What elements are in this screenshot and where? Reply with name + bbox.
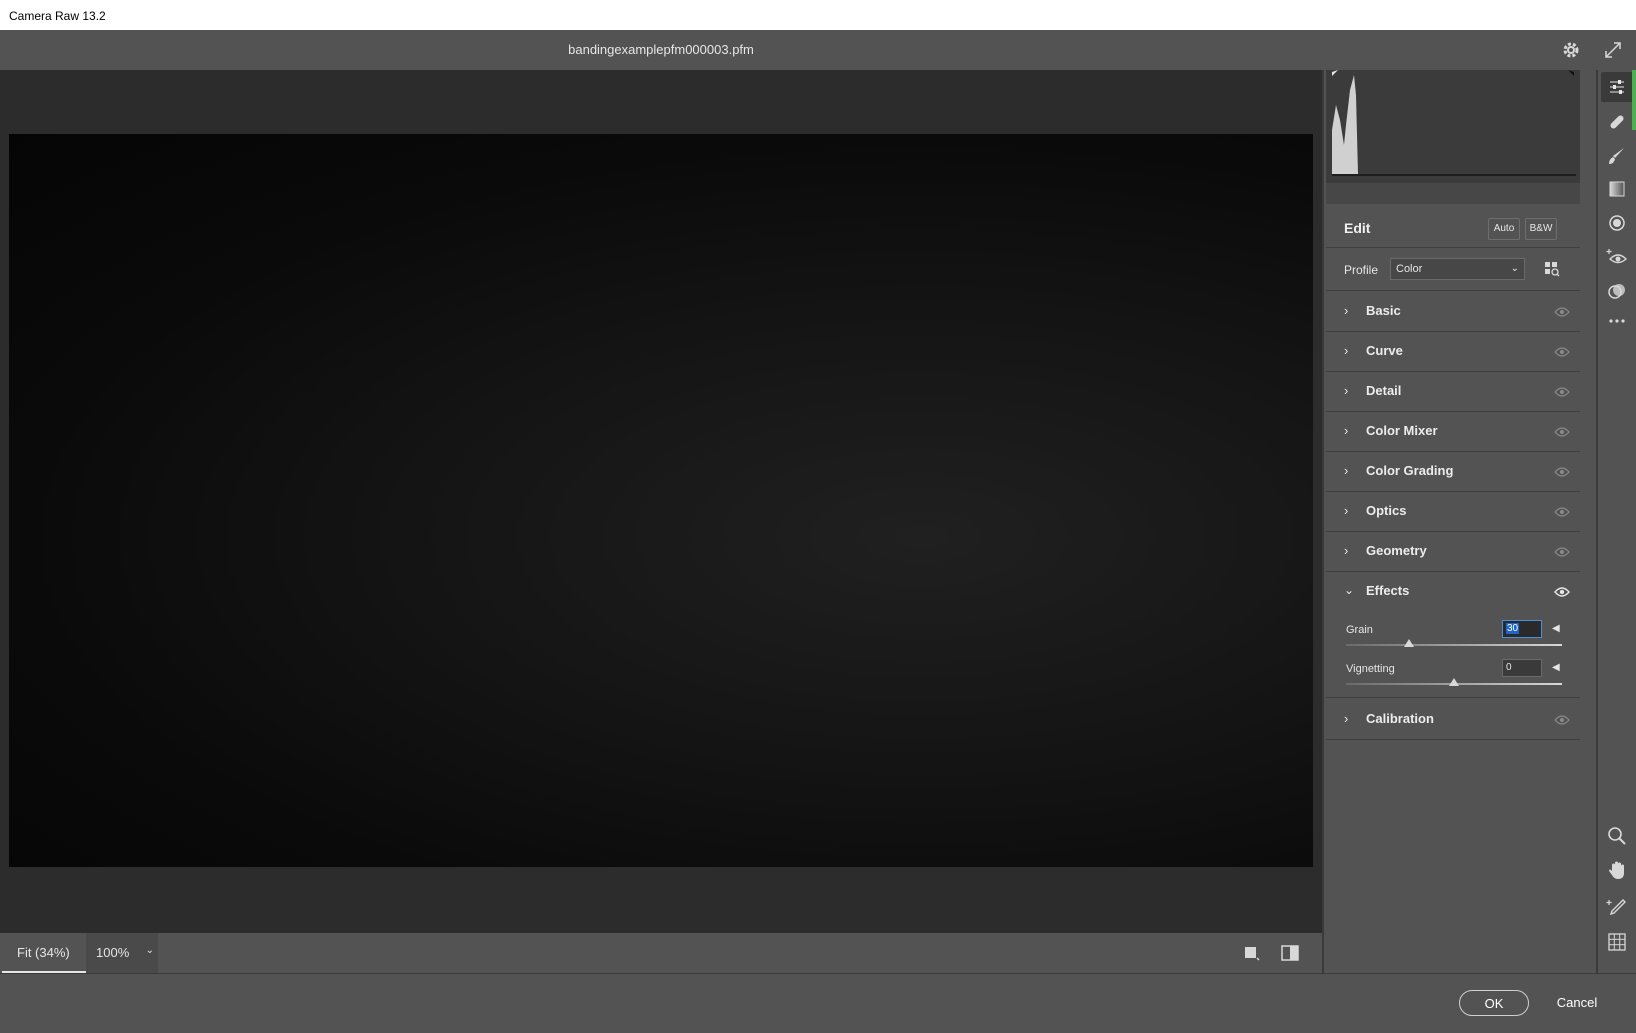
grid-icon[interactable] xyxy=(1606,931,1628,953)
edit-title: Edit xyxy=(1344,220,1371,236)
profile-browser-icon[interactable] xyxy=(1544,261,1560,277)
section-color-grading[interactable]: › Color Grading xyxy=(1326,452,1580,492)
vignetting-value: 0 xyxy=(1506,662,1512,673)
section-curve[interactable]: › Curve xyxy=(1326,332,1580,372)
section-label: Calibration xyxy=(1366,711,1434,726)
section-optics[interactable]: › Optics xyxy=(1326,492,1580,532)
grain-reset-icon[interactable]: ◀ xyxy=(1552,623,1560,634)
section-label: Optics xyxy=(1366,503,1407,518)
histogram xyxy=(1326,70,1580,183)
profile-row: Profile Color ⌄ xyxy=(1326,249,1580,291)
chevron-right-icon: › xyxy=(1344,303,1349,318)
eye-icon[interactable] xyxy=(1554,505,1570,517)
red-eye-icon[interactable] xyxy=(1606,246,1628,268)
section-label: Detail xyxy=(1366,383,1402,398)
chevron-down-icon: ⌄ xyxy=(1344,583,1355,597)
image-preview[interactable] xyxy=(9,134,1313,867)
eye-icon[interactable] xyxy=(1554,545,1570,557)
bottom-toolbar: Fit (34%) 100% ⌄ xyxy=(0,933,1322,973)
eye-icon[interactable] xyxy=(1554,713,1570,725)
bw-button[interactable]: B&W xyxy=(1525,218,1557,240)
chevron-right-icon: › xyxy=(1344,543,1349,558)
chevron-down-icon: ⌄ xyxy=(145,945,154,956)
ok-button[interactable]: OK xyxy=(1459,990,1529,1016)
vignetting-slider-thumb[interactable] xyxy=(1449,678,1459,686)
chevron-down-icon: ⌄ xyxy=(1510,263,1519,274)
eye-icon[interactable] xyxy=(1554,425,1570,437)
header-bar: bandingexamplepfm000003.pfm xyxy=(0,30,1636,70)
histogram-info-strip xyxy=(1326,183,1580,204)
eye-icon[interactable] xyxy=(1554,345,1570,357)
cancel-button[interactable]: Cancel xyxy=(1547,990,1607,1016)
section-label: Curve xyxy=(1366,343,1403,358)
eye-icon[interactable] xyxy=(1554,465,1570,477)
grain-slider-track[interactable] xyxy=(1346,644,1562,646)
brush-icon[interactable] xyxy=(1606,145,1628,167)
eye-icon[interactable] xyxy=(1554,385,1570,397)
section-basic[interactable]: › Basic xyxy=(1326,292,1580,332)
more-icon[interactable] xyxy=(1606,310,1628,332)
color-sampler-icon[interactable] xyxy=(1606,897,1628,919)
effects-controls: Grain 30 ◀ Vignetting 0 ◀ xyxy=(1326,606,1580,698)
hand-icon[interactable] xyxy=(1606,859,1628,881)
chevron-right-icon: › xyxy=(1344,343,1349,358)
profile-value: Color xyxy=(1396,263,1423,275)
tool-strip xyxy=(1596,70,1636,973)
grain-value-input[interactable]: 30 xyxy=(1502,620,1542,638)
section-label: Color Grading xyxy=(1366,463,1454,478)
linear-gradient-icon[interactable] xyxy=(1606,178,1628,200)
dialog-footer: OK Cancel xyxy=(0,973,1636,1033)
image-canvas[interactable] xyxy=(0,70,1322,933)
grain-value: 30 xyxy=(1506,623,1520,634)
chevron-right-icon: › xyxy=(1344,503,1349,518)
vignetting-reset-icon[interactable]: ◀ xyxy=(1552,662,1560,673)
section-label: Basic xyxy=(1366,303,1401,318)
chevron-right-icon: › xyxy=(1344,711,1349,726)
highlight-clipping-icon[interactable] xyxy=(1562,72,1576,82)
grain-slider-thumb[interactable] xyxy=(1404,639,1414,647)
edit-panel: Edit Auto B&W Profile Color ⌄ › Basic › … xyxy=(1322,70,1580,973)
presets-icon[interactable] xyxy=(1606,280,1628,302)
zoom-level-label: 100% xyxy=(96,945,130,960)
section-label: Geometry xyxy=(1366,543,1427,558)
gear-icon[interactable] xyxy=(1560,39,1582,61)
chevron-right-icon: › xyxy=(1344,423,1349,438)
panel-indicator xyxy=(1632,70,1636,130)
section-color-mixer[interactable]: › Color Mixer xyxy=(1326,412,1580,452)
grain-label: Grain xyxy=(1346,624,1373,636)
zoom-icon[interactable] xyxy=(1606,825,1628,847)
before-after-view-icon[interactable] xyxy=(1280,944,1300,962)
shadow-clipping-icon[interactable] xyxy=(1330,72,1344,82)
zoom-level-select[interactable]: 100% ⌄ xyxy=(86,933,158,973)
profile-select[interactable]: Color ⌄ xyxy=(1390,258,1525,280)
section-effects[interactable]: ⌄ Effects xyxy=(1326,572,1580,606)
vignetting-label: Vignetting xyxy=(1346,663,1395,675)
section-label: Effects xyxy=(1366,583,1410,598)
window-title: Camera Raw 13.2 xyxy=(0,0,1636,30)
eye-icon[interactable] xyxy=(1554,585,1570,597)
file-name: bandingexamplepfm000003.pfm xyxy=(568,42,754,57)
section-calibration[interactable]: › Calibration xyxy=(1326,700,1580,740)
edit-sliders-icon[interactable] xyxy=(1601,72,1633,102)
edit-header: Edit Auto B&W xyxy=(1326,208,1580,248)
fullscreen-icon[interactable] xyxy=(1602,39,1624,61)
vignetting-value-input[interactable]: 0 xyxy=(1502,659,1542,677)
healing-icon[interactable] xyxy=(1606,111,1628,133)
fit-zoom-button[interactable]: Fit (34%) xyxy=(2,933,86,973)
single-view-icon[interactable] xyxy=(1243,944,1261,962)
eye-icon[interactable] xyxy=(1554,305,1570,317)
section-detail[interactable]: › Detail xyxy=(1326,372,1580,412)
chevron-right-icon: › xyxy=(1344,463,1349,478)
profile-label: Profile xyxy=(1344,263,1379,277)
radial-gradient-icon[interactable] xyxy=(1606,212,1628,234)
section-geometry[interactable]: › Geometry xyxy=(1326,532,1580,572)
section-label: Color Mixer xyxy=(1366,423,1438,438)
chevron-right-icon: › xyxy=(1344,383,1349,398)
auto-button[interactable]: Auto xyxy=(1488,218,1520,240)
